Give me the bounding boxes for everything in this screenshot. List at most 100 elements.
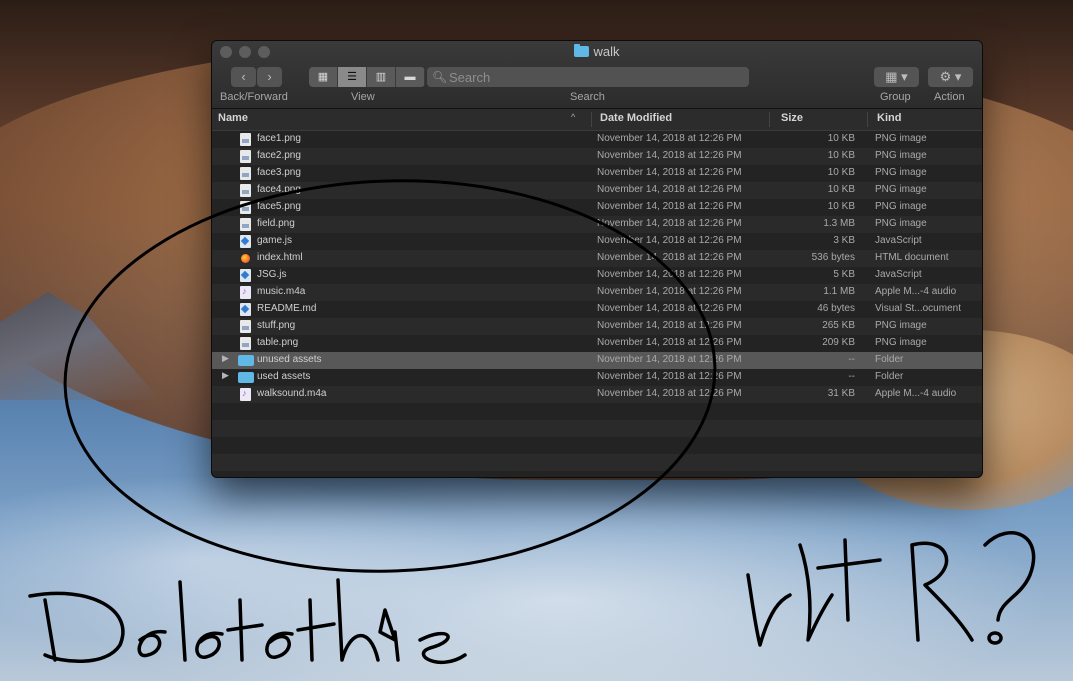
- js-file-icon: [240, 235, 251, 248]
- file-name: README.md: [257, 303, 317, 314]
- empty-row: [212, 403, 982, 420]
- file-row[interactable]: face1.png November 14, 2018 at 12:26 PM 10…: [212, 131, 982, 148]
- file-date-modified: November 14, 2018 at 12:26 PM: [597, 167, 742, 178]
- img-file-icon: [240, 337, 251, 350]
- file-list: face1.png November 14, 2018 at 12:26 PM 10…: [212, 131, 982, 477]
- file-date-modified: November 14, 2018 at 12:26 PM: [597, 388, 742, 399]
- file-size: 1.1 MB: [823, 286, 855, 297]
- column-divider[interactable]: [591, 112, 592, 127]
- file-kind: JavaScript: [875, 235, 922, 246]
- file-row[interactable]: face3.png November 14, 2018 at 12:26 PM 10…: [212, 165, 982, 182]
- column-date-header[interactable]: Date Modified: [600, 112, 672, 124]
- column-name-header[interactable]: Name: [218, 112, 248, 124]
- search-input[interactable]: [449, 67, 739, 87]
- disclosure-triangle-icon[interactable]: ▶: [222, 370, 229, 381]
- file-name: game.js: [257, 235, 293, 246]
- file-row[interactable]: table.png November 14, 2018 at 12:26 PM 20…: [212, 335, 982, 352]
- file-kind: PNG image: [875, 218, 927, 229]
- file-kind: Folder: [875, 354, 904, 365]
- file-size: 31 KB: [827, 388, 855, 399]
- file-size: 10 KB: [827, 167, 855, 178]
- file-date-modified: November 14, 2018 at 12:26 PM: [597, 303, 742, 314]
- file-kind: PNG image: [875, 201, 927, 212]
- forward-button[interactable]: ›: [257, 67, 282, 87]
- file-size: 209 KB: [822, 337, 855, 348]
- file-kind: PNG image: [875, 167, 927, 178]
- file-date-modified: November 14, 2018 at 12:26 PM: [597, 320, 742, 331]
- gallery-view-button[interactable]: ▬: [396, 67, 425, 87]
- file-size: --: [848, 371, 855, 382]
- list-view-button[interactable]: ☰: [338, 67, 367, 87]
- file-date-modified: November 14, 2018 at 12:26 PM: [597, 150, 742, 161]
- file-row[interactable]: face2.png November 14, 2018 at 12:26 PM 10…: [212, 148, 982, 165]
- file-row[interactable]: README.md November 14, 2018 at 12:26 PM 46…: [212, 301, 982, 318]
- file-date-modified: November 14, 2018 at 12:26 PM: [597, 252, 742, 263]
- file-kind: Folder: [875, 371, 904, 382]
- file-row[interactable]: JSG.js November 14, 2018 at 12:26 PM 5 KB J…: [212, 267, 982, 284]
- file-size: 46 bytes: [817, 303, 855, 314]
- file-name: face4.png: [257, 184, 301, 195]
- js-file-icon: [240, 303, 251, 316]
- file-row[interactable]: face5.png November 14, 2018 at 12:26 PM 10…: [212, 199, 982, 216]
- view-label: View: [351, 91, 375, 103]
- img-file-icon: [240, 184, 251, 197]
- file-name: walksound.m4a: [257, 388, 327, 399]
- file-name: index.html: [257, 252, 303, 263]
- file-row[interactable]: index.html November 14, 2018 at 12:26 PM 5…: [212, 250, 982, 267]
- file-size: 10 KB: [827, 184, 855, 195]
- file-kind: PNG image: [875, 320, 927, 331]
- file-date-modified: November 14, 2018 at 12:26 PM: [597, 269, 742, 280]
- file-name: table.png: [257, 337, 299, 348]
- folder-row[interactable]: ▶ unused assets November 14, 2018 at 12:26…: [212, 352, 982, 369]
- folder-icon: [574, 44, 590, 57]
- file-row[interactable]: field.png November 14, 2018 at 12:26 PM 1.…: [212, 216, 982, 233]
- column-size-header[interactable]: Size: [781, 112, 803, 124]
- group-button[interactable]: ▦ ▾: [874, 67, 919, 87]
- file-name: unused assets: [257, 354, 322, 365]
- file-date-modified: November 14, 2018 at 12:26 PM: [597, 337, 742, 348]
- icon-view-button[interactable]: ▦: [309, 67, 338, 87]
- column-divider[interactable]: [867, 112, 868, 127]
- folder-row[interactable]: ▶ used assets November 14, 2018 at 12:26 P…: [212, 369, 982, 386]
- html-file-icon: [240, 252, 251, 265]
- file-row[interactable]: stuff.png November 14, 2018 at 12:26 PM 26…: [212, 318, 982, 335]
- file-size: 536 bytes: [811, 252, 855, 263]
- file-row[interactable]: face4.png November 14, 2018 at 12:26 PM 10…: [212, 182, 982, 199]
- file-name: used assets: [257, 371, 311, 382]
- action-label: Action: [934, 91, 965, 103]
- file-row[interactable]: music.m4a November 14, 2018 at 12:26 PM 1.…: [212, 284, 982, 301]
- file-date-modified: November 14, 2018 at 12:26 PM: [597, 133, 742, 144]
- file-size: 10 KB: [827, 150, 855, 161]
- audio-file-icon: [240, 286, 251, 299]
- back-button[interactable]: ‹: [231, 67, 256, 87]
- file-kind: PNG image: [875, 184, 927, 195]
- column-kind-header[interactable]: Kind: [877, 112, 901, 124]
- file-kind: JavaScript: [875, 269, 922, 280]
- file-name: face2.png: [257, 150, 301, 161]
- file-date-modified: November 14, 2018 at 12:26 PM: [597, 184, 742, 195]
- img-file-icon: [240, 201, 251, 214]
- file-row[interactable]: game.js November 14, 2018 at 12:26 PM 3 KB…: [212, 233, 982, 250]
- img-file-icon: [240, 133, 251, 146]
- file-kind: PNG image: [875, 337, 927, 348]
- file-name: music.m4a: [257, 286, 306, 297]
- column-view-button[interactable]: ▥: [367, 67, 396, 87]
- file-name: stuff.png: [257, 320, 296, 331]
- file-size: 1.3 MB: [823, 218, 855, 229]
- search-field[interactable]: 🔍︎: [427, 67, 749, 87]
- action-button[interactable]: ⚙ ▾: [928, 67, 973, 87]
- file-date-modified: November 14, 2018 at 12:26 PM: [597, 371, 742, 382]
- group-label: Group: [880, 91, 911, 103]
- file-date-modified: November 14, 2018 at 12:26 PM: [597, 354, 742, 365]
- file-kind: Visual St...ocument: [875, 303, 961, 314]
- file-name: field.png: [257, 218, 295, 229]
- search-icon: 🔍︎: [432, 70, 448, 84]
- file-size: 265 KB: [822, 320, 855, 331]
- file-name: JSG.js: [257, 269, 287, 280]
- file-kind: PNG image: [875, 150, 927, 161]
- disclosure-triangle-icon[interactable]: ▶: [222, 353, 229, 364]
- file-row[interactable]: walksound.m4a November 14, 2018 at 12:26 …: [212, 386, 982, 403]
- file-name: face3.png: [257, 167, 301, 178]
- column-divider[interactable]: [769, 112, 770, 127]
- folder-file-icon: [238, 355, 254, 366]
